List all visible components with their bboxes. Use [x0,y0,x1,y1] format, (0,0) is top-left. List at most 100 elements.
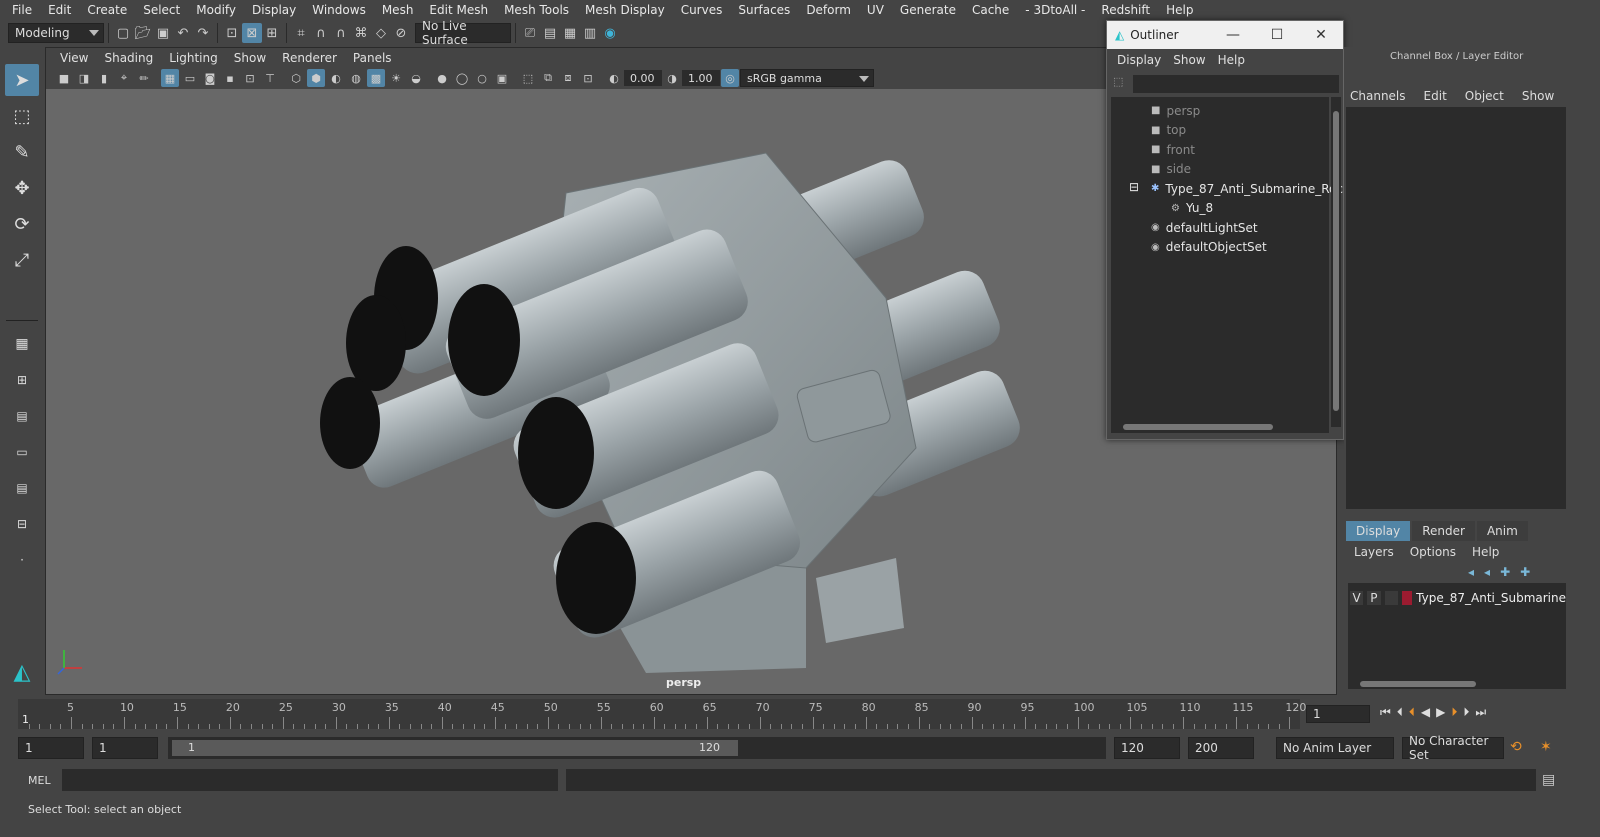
layer-tab-render[interactable]: Render [1412,521,1475,541]
layout-custom-icon[interactable]: · [5,544,39,576]
layer-playback-toggle[interactable]: P [1367,591,1381,605]
render-view-icon[interactable]: ▤ [540,23,560,43]
snap-surface-icon[interactable]: ◇ [371,23,391,43]
character-set-dropdown[interactable]: No Character Set [1402,734,1504,762]
layer-menu-help[interactable]: Help [1472,545,1499,559]
playback-start-field[interactable]: 1 [92,737,158,759]
layer-menu-options[interactable]: Options [1410,545,1456,559]
channelbox-menu-object[interactable]: Object [1465,89,1504,103]
redo-icon[interactable]: ↷ [193,23,213,43]
layer-reference-toggle[interactable] [1384,591,1398,605]
scene-start-field[interactable]: 1 [18,737,84,759]
menu-mesh-tools[interactable]: Mesh Tools [496,3,577,17]
save-scene-icon[interactable]: ▣ [153,23,173,43]
select-component-icon[interactable]: ⊞ [262,23,282,43]
menu-windows[interactable]: Windows [304,3,374,17]
menu-edit-mesh[interactable]: Edit Mesh [421,3,496,17]
scale-tool-icon[interactable]: ⤢ [5,244,39,276]
scene-end-field[interactable]: 200 [1188,737,1254,759]
layout-single-icon[interactable]: ▦ [5,328,39,360]
snap-curve-icon[interactable]: ∩ [311,23,331,43]
playback-end-field[interactable]: 120 [1114,737,1180,759]
new-layer-icon[interactable]: ✚ [1500,565,1510,579]
outliner-vscroll[interactable] [1331,97,1341,427]
menu-cache[interactable]: Cache [964,3,1017,17]
menu-mesh[interactable]: Mesh [374,3,422,17]
undo-icon[interactable]: ↶ [173,23,193,43]
layer-tab-anim[interactable]: Anim [1476,521,1528,541]
go-to-end-icon[interactable]: ⏭ [1475,705,1486,720]
go-to-start-icon[interactable]: ⏮ [1380,705,1391,720]
menu-curves[interactable]: Curves [673,3,731,17]
anim-prefs-icon[interactable]: ✶ [1540,739,1552,755]
outliner-window[interactable]: ◭ Outliner — ☐ ✕ Display Show Help ⬚ ■ pers… [1106,20,1357,440]
time-slider[interactable]: 5 10 15 20 25 30 35 40 45 50 55 60 65 70 75 80 85 90 95 100… [0,697,1600,731]
ipr-icon[interactable]: ▦ [560,23,580,43]
step-forward-frame-icon[interactable]: ⏵ [1463,705,1469,720]
menu-surfaces[interactable]: Surfaces [730,3,798,17]
outliner-item[interactable]: ◉ defaultObjectSet [1151,238,1267,257]
menu-mesh-display[interactable]: Mesh Display [577,3,673,17]
menu-create[interactable]: Create [79,3,135,17]
minimize-icon[interactable]: — [1211,21,1255,49]
script-editor-icon[interactable]: ▤ [1542,772,1555,788]
menu-3dtoall[interactable]: - 3DtoAll - [1017,3,1093,17]
command-input[interactable] [62,769,558,791]
layer-tab-display[interactable]: Display [1346,521,1411,541]
new-layer-selected-icon[interactable]: ✚ [1520,565,1530,579]
layout-uv-icon[interactable]: ⊟ [5,508,39,540]
channelbox-menu-show[interactable]: Show [1522,89,1554,103]
menu-edit[interactable]: Edit [40,3,79,17]
cmd-language-label[interactable]: MEL [28,774,51,787]
snap-live-icon[interactable]: ⊘ [391,23,411,43]
channelbox-menu-edit[interactable]: Edit [1424,89,1447,103]
menu-deform[interactable]: Deform [798,3,859,17]
layout-hypershade-icon[interactable]: ▤ [5,472,39,504]
outliner-menu-help[interactable]: Help [1212,53,1251,67]
select-object-icon[interactable]: ⊠ [242,23,262,43]
layer-hscroll[interactable] [1348,679,1566,689]
menu-redshift[interactable]: Redshift [1093,3,1158,17]
anim-layer-dropdown[interactable]: No Anim Layer [1276,737,1394,759]
layer-menu-layers[interactable]: Layers [1354,545,1394,559]
collapse-icon[interactable]: ⊟ [1129,177,1139,196]
layout-graph-icon[interactable]: ▭ [5,436,39,468]
auto-key-icon[interactable]: ⟲ [1510,739,1522,755]
render-icon[interactable]: ▥ [580,23,600,43]
range-bar[interactable]: 1 120 [172,740,738,756]
maximize-icon[interactable]: ☐ [1255,21,1299,49]
mode-dropdown[interactable]: Modeling [8,23,104,43]
menu-uv[interactable]: UV [859,3,892,17]
render-settings-icon[interactable]: ⎚ [520,23,540,43]
snap-view-icon[interactable]: ⌘ [351,23,371,43]
step-back-frame-icon[interactable]: ⏴ [1409,705,1415,720]
move-tool-icon[interactable]: ✥ [5,172,39,204]
outliner-item[interactable]: ✱ Type_87_Anti_Submarine_Rocke [1151,179,1357,198]
close-icon[interactable]: ✕ [1299,21,1343,49]
select-tool-icon[interactable]: ➤ [5,64,39,96]
paint-select-icon[interactable]: ✎ [5,136,39,168]
outliner-menu-show[interactable]: Show [1167,53,1211,67]
menu-modify[interactable]: Modify [188,3,244,17]
layout-four-icon[interactable]: ⊞ [5,364,39,396]
layer-visibility-toggle[interactable]: V [1350,591,1364,605]
range-track[interactable]: 1 120 [168,737,1106,759]
menu-file[interactable]: File [4,3,40,17]
menu-display[interactable]: Display [244,3,304,17]
hypershade-icon[interactable]: ◉ [600,23,620,43]
select-hierarchy-icon[interactable]: ⊡ [222,23,242,43]
step-forward-key-icon[interactable]: ⏵ [1451,705,1457,720]
outliner-titlebar[interactable]: ◭ Outliner — ☐ ✕ [1107,21,1343,49]
step-back-key-icon[interactable]: ⏴ [1397,705,1403,720]
outliner-menu-display[interactable]: Display [1111,53,1167,67]
lasso-tool-icon[interactable]: ⬚ [5,100,39,132]
menu-help[interactable]: Help [1158,3,1201,17]
outliner-item[interactable]: ■ persp [1151,101,1200,120]
outliner-item[interactable]: ◉ defaultLightSet [1151,218,1258,237]
layer-color-swatch[interactable] [1401,591,1413,605]
move-layer-up-icon[interactable]: ◂ [1468,565,1474,579]
layout-outliner-icon[interactable]: ▤ [5,400,39,432]
outliner-item[interactable]: ■ top [1151,121,1186,140]
layer-row[interactable]: V P Type_87_Anti_Submarine [1350,589,1566,607]
outliner-item[interactable]: ⚙ Yu_8 [1171,199,1213,218]
